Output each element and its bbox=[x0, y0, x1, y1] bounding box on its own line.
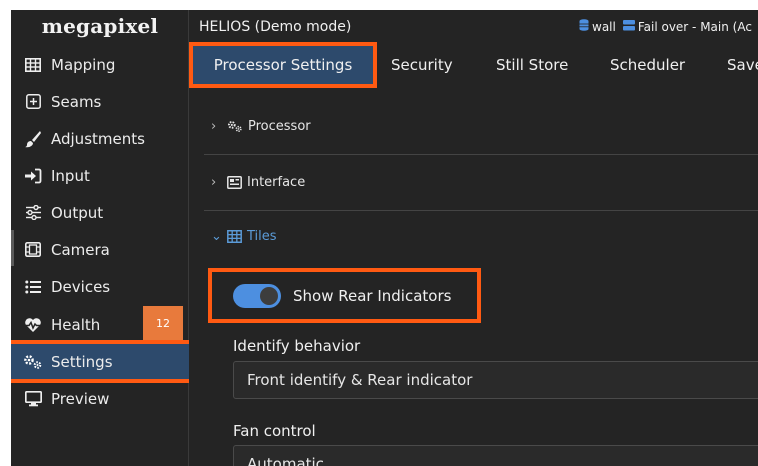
identify-behavior-label: Identify behavior bbox=[233, 337, 361, 355]
sidebar-item-label: Camera bbox=[51, 240, 110, 259]
interface-icon bbox=[227, 176, 242, 189]
monitor-icon bbox=[23, 390, 43, 408]
heartbeat-icon bbox=[23, 316, 43, 334]
section-interface-label: Interface bbox=[247, 175, 306, 190]
server-icon bbox=[622, 19, 635, 34]
sidebar: megapixel Mapping Seams Adjustments Inpu bbox=[11, 10, 193, 466]
brush-icon bbox=[23, 130, 43, 148]
wall-status-label: wall bbox=[592, 19, 616, 34]
sidebar-item-label: Input bbox=[51, 166, 90, 185]
sidebar-item-settings[interactable]: Settings bbox=[11, 340, 193, 383]
tab-label: Scheduler bbox=[610, 56, 686, 74]
sign-in-icon bbox=[23, 167, 43, 185]
tab-security[interactable]: Security bbox=[391, 44, 453, 86]
sidebar-item-label: Devices bbox=[51, 277, 111, 296]
tab-label: Processor Settings bbox=[213, 56, 353, 74]
tab-label: Still Store bbox=[496, 56, 569, 74]
sliders-icon bbox=[23, 204, 43, 222]
list-icon bbox=[23, 278, 43, 296]
tab-label: Save bbox=[727, 56, 758, 74]
fan-control-label: Fan control bbox=[233, 422, 316, 440]
identify-behavior-select[interactable]: Front identify & Rear indicator bbox=[233, 361, 758, 399]
sidebar-item-mapping[interactable]: Mapping bbox=[11, 46, 189, 83]
fan-control-value: Automatic bbox=[247, 455, 324, 466]
film-icon bbox=[23, 241, 43, 259]
sidebar-item-adjustments[interactable]: Adjustments bbox=[11, 120, 189, 157]
show-rear-indicators-label: Show Rear Indicators bbox=[293, 286, 452, 305]
sidebar-item-preview[interactable]: Preview bbox=[11, 380, 189, 417]
app-title: HELIOS (Demo mode) bbox=[199, 19, 352, 35]
sidebar-item-output[interactable]: Output bbox=[11, 194, 189, 231]
show-rear-indicators-row: Show Rear Indicators bbox=[208, 268, 481, 323]
chevron-right-icon: › bbox=[211, 119, 217, 134]
identify-behavior-value: Front identify & Rear indicator bbox=[247, 371, 473, 389]
section-tiles[interactable]: ⌄ Tiles bbox=[204, 211, 758, 261]
section-processor[interactable]: › Processor bbox=[204, 99, 758, 155]
tab-processor-settings[interactable]: Processor Settings bbox=[189, 42, 377, 88]
settings-tabs: Processor Settings Security Still Store … bbox=[189, 42, 758, 89]
show-rear-indicators-toggle[interactable] bbox=[233, 283, 281, 308]
sidebar-item-camera[interactable]: Camera bbox=[11, 231, 189, 268]
section-processor-label: Processor bbox=[248, 119, 311, 134]
sidebar-item-label: Output bbox=[51, 203, 104, 222]
failover-status-label: Fail over - Main (Ac bbox=[637, 19, 752, 34]
sidebar-item-label: Health bbox=[51, 315, 101, 334]
plus-box-icon bbox=[23, 93, 43, 111]
sidebar-item-label: Settings bbox=[51, 352, 113, 371]
section-interface[interactable]: › Interface bbox=[204, 155, 758, 211]
sidebar-item-devices[interactable]: Devices bbox=[11, 268, 189, 305]
health-count-badge: 12 bbox=[143, 306, 183, 341]
sidebar-item-input[interactable]: Input bbox=[11, 157, 189, 194]
sidebar-item-label: Adjustments bbox=[51, 129, 145, 148]
fan-control-select[interactable]: Automatic bbox=[233, 445, 758, 466]
processor-settings-panel: › Processor › Interface ⌄ Tiles Show Rea… bbox=[189, 89, 758, 466]
sidebar-item-label: Seams bbox=[51, 92, 102, 111]
toggle-knob bbox=[260, 286, 278, 305]
gears-icon bbox=[227, 120, 243, 133]
tab-save[interactable]: Save bbox=[727, 44, 758, 86]
grid-icon bbox=[227, 229, 242, 243]
status-indicators: wall Fail over - Main (Ac bbox=[579, 19, 752, 34]
sidebar-item-seams[interactable]: Seams bbox=[11, 83, 189, 120]
gears-icon bbox=[23, 353, 43, 371]
sidebar-item-label: Preview bbox=[51, 389, 110, 408]
grid-icon bbox=[23, 56, 43, 74]
section-tiles-label: Tiles bbox=[247, 228, 277, 244]
brand-logo: megapixel bbox=[41, 14, 159, 38]
tab-label: Security bbox=[391, 56, 453, 74]
chevron-down-icon: ⌄ bbox=[211, 228, 222, 244]
sidebar-item-health[interactable]: Health 12 bbox=[11, 306, 189, 343]
tab-still-store[interactable]: Still Store bbox=[496, 44, 568, 86]
tab-scheduler[interactable]: Scheduler bbox=[610, 44, 685, 86]
database-icon bbox=[579, 19, 589, 34]
sidebar-item-label: Mapping bbox=[51, 55, 116, 74]
chevron-right-icon: › bbox=[211, 175, 217, 190]
top-bar: HELIOS (Demo mode) wall Fail over - Main… bbox=[189, 10, 758, 44]
app-window: megapixel Mapping Seams Adjustments Inpu bbox=[11, 10, 758, 466]
